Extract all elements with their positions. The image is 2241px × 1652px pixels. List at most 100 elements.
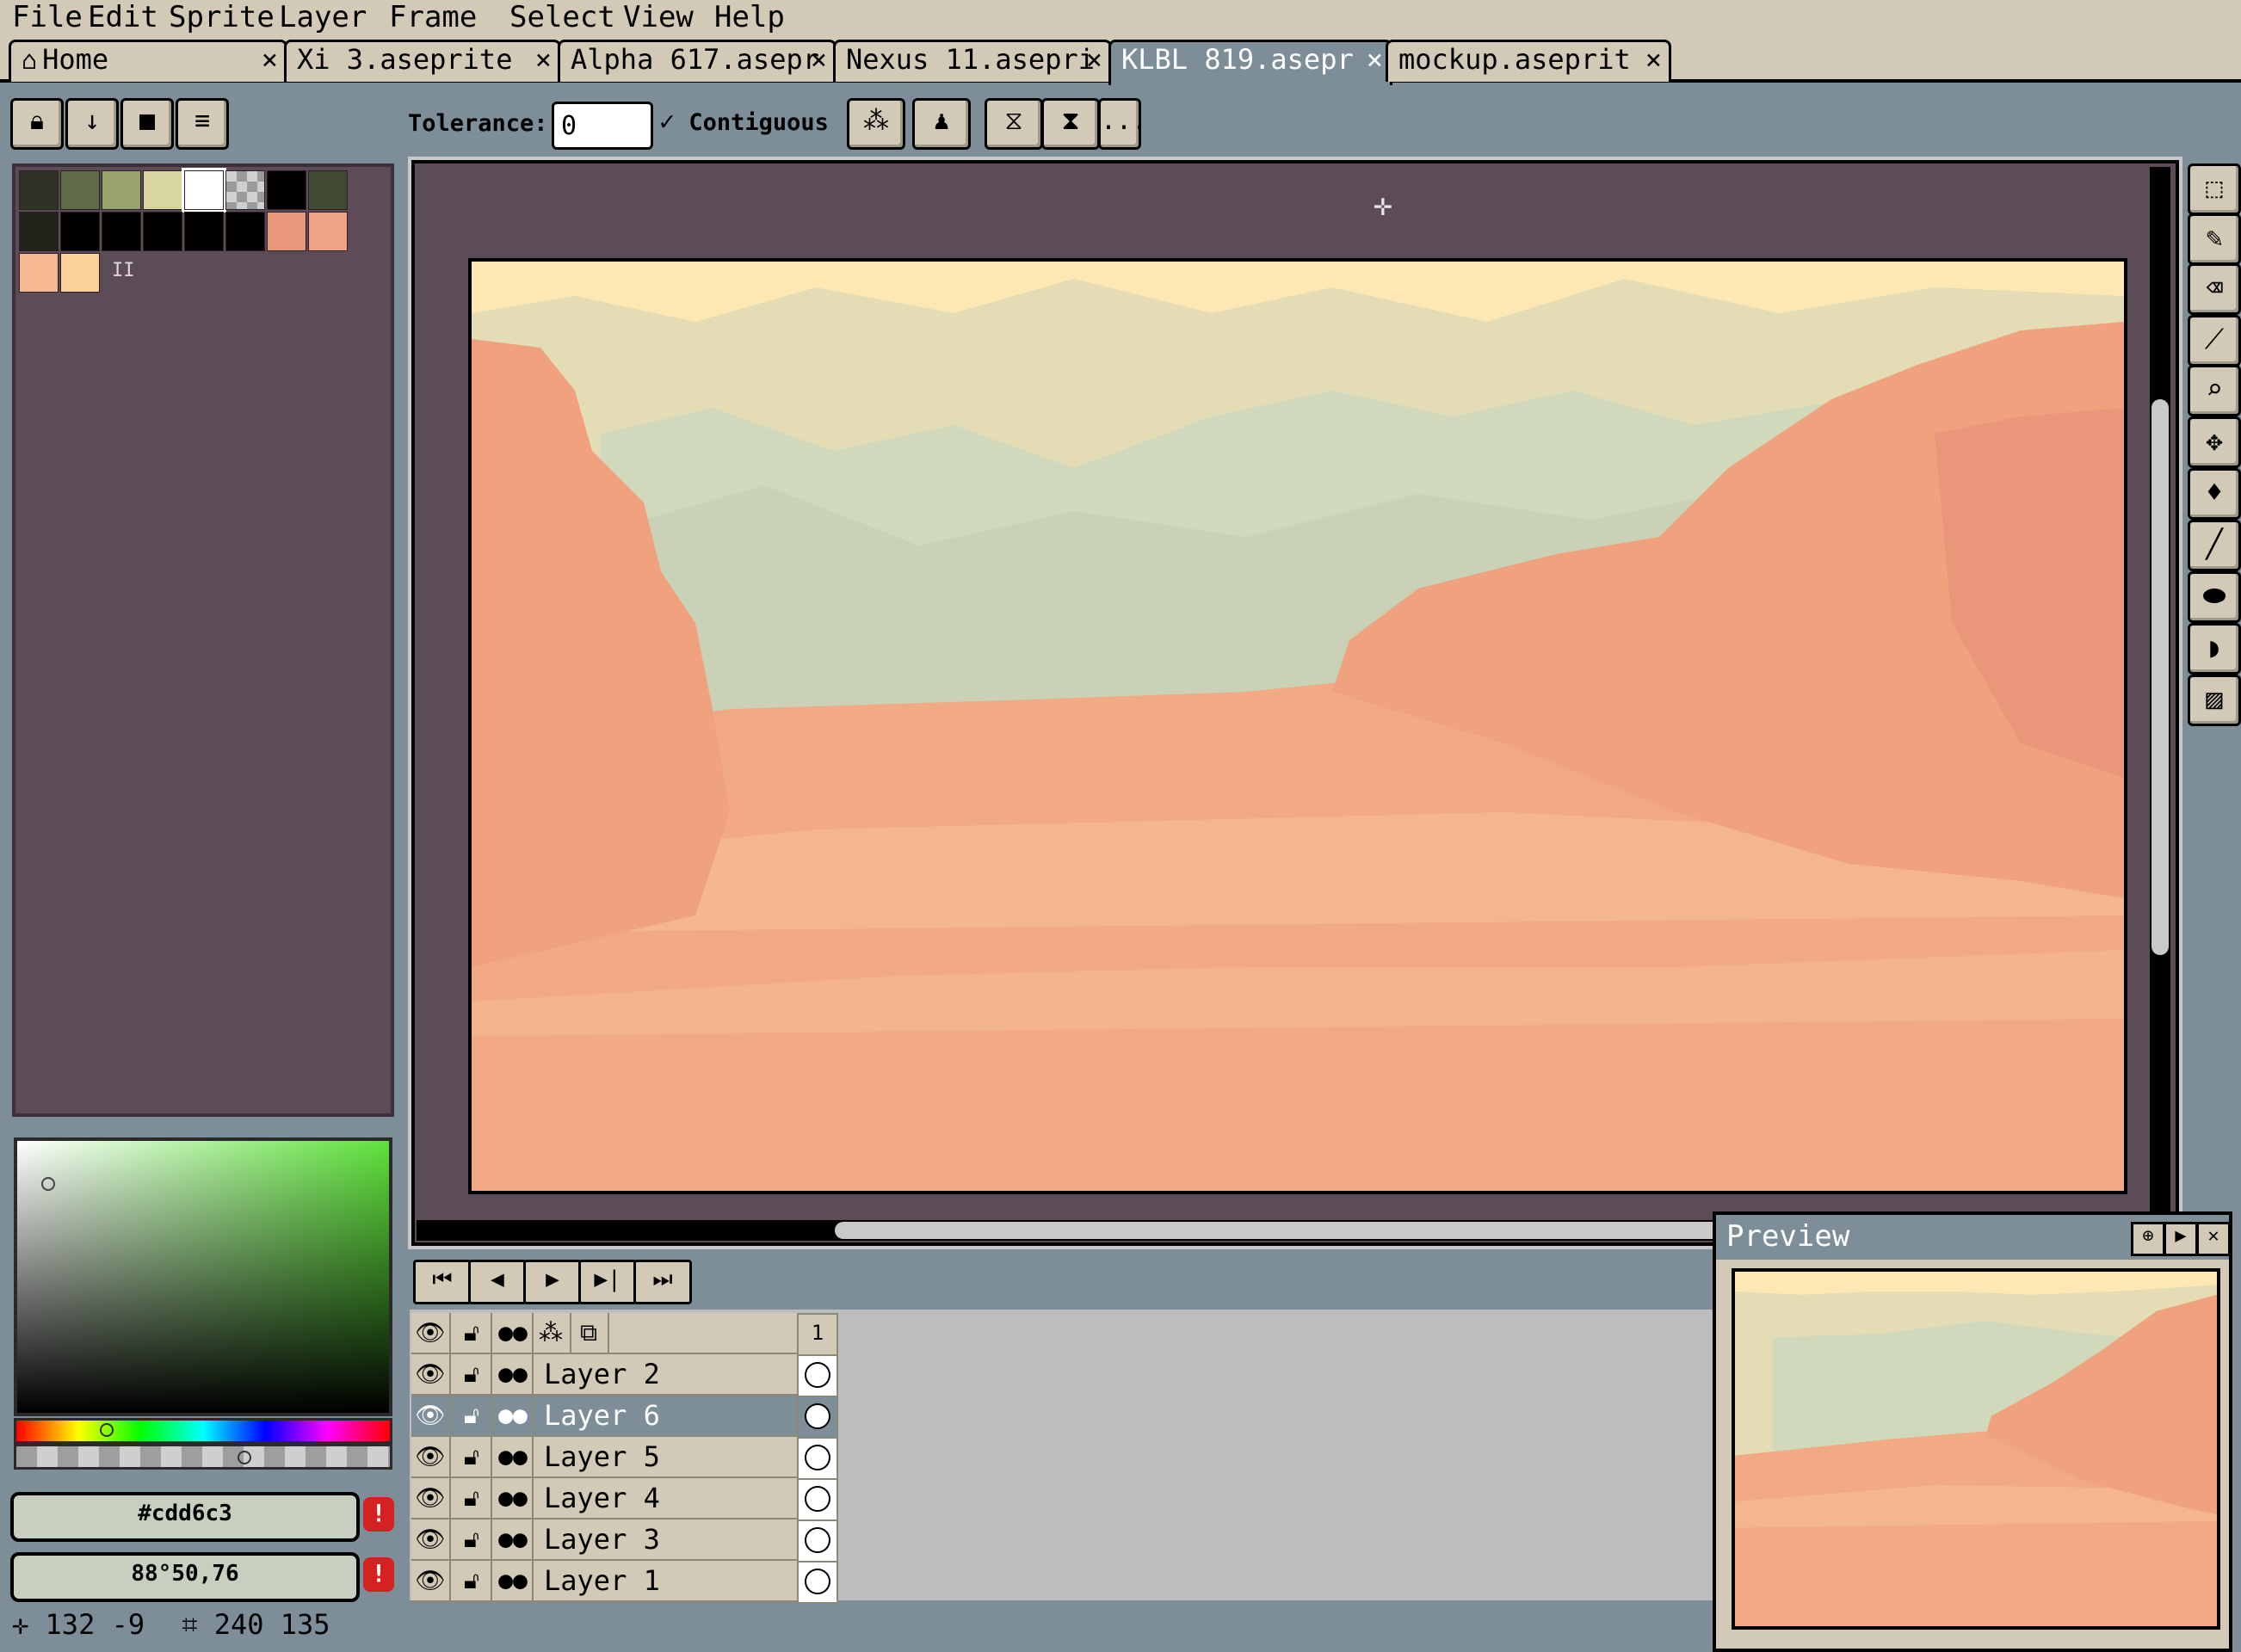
- contour-tool-button[interactable]: ◗: [2188, 623, 2241, 675]
- fill-mode-button[interactable]: ♟: [912, 98, 971, 150]
- close-icon[interactable]: ×: [1086, 42, 1102, 77]
- frame-link-icon[interactable]: ⧉: [570, 1313, 609, 1353]
- zoom-tool-button[interactable]: ⌕: [2188, 365, 2241, 416]
- frame-number-header[interactable]: 1: [797, 1313, 838, 1356]
- preview-center-button[interactable]: ⊕: [2131, 1222, 2165, 1256]
- menu-select[interactable]: Select: [506, 0, 619, 36]
- more-options-button[interactable]: ...: [1098, 98, 1147, 150]
- preview-close-button[interactable]: ✕: [2196, 1222, 2231, 1256]
- palette-swatch[interactable]: [19, 170, 59, 210]
- hue-slider[interactable]: [14, 1418, 392, 1444]
- onion-skin-icon[interactable]: ●●: [494, 1561, 534, 1600]
- eye-icon[interactable]: 👁︎: [411, 1396, 451, 1435]
- close-icon[interactable]: ×: [262, 42, 278, 77]
- layer-row[interactable]: 👁︎ 🔓︎ ●● Layer 5: [411, 1437, 838, 1478]
- marquee-tool-button[interactable]: ⬚: [2188, 163, 2241, 215]
- hex-color-field[interactable]: #cdd6c3: [10, 1492, 360, 1542]
- lock-icon[interactable]: 🔓︎: [453, 1396, 492, 1435]
- palette-swatch[interactable]: [225, 170, 265, 210]
- first-frame-button[interactable]: ⏮: [413, 1260, 472, 1304]
- frame-cel[interactable]: [797, 1354, 838, 1397]
- tolerance-input[interactable]: [552, 102, 653, 150]
- pixel-connect-button[interactable]: ⁂: [847, 98, 905, 150]
- layer-row[interactable]: 👁︎ 🔓︎ ●● Layer 2: [411, 1354, 838, 1396]
- layer-row[interactable]: 👁︎ 🔓︎ ●● Layer 1: [411, 1561, 838, 1602]
- onion-skin-icon[interactable]: ●●: [494, 1396, 534, 1435]
- warning-icon[interactable]: !: [363, 1557, 394, 1592]
- close-icon[interactable]: ×: [811, 42, 827, 77]
- paint-bucket-tool-button[interactable]: ♦: [2188, 468, 2241, 520]
- layer-row[interactable]: 👁︎ 🔓︎ ●● Layer 4: [411, 1478, 838, 1519]
- tab-klbl-819[interactable]: KLBL 819.asepr ×: [1108, 40, 1392, 85]
- menu-sprite[interactable]: Sprite: [165, 0, 278, 36]
- palette-swatch[interactable]: [182, 168, 226, 213]
- pencil-tool-button[interactable]: ✎: [2188, 213, 2241, 265]
- eye-icon[interactable]: 👁︎: [411, 1437, 451, 1476]
- menu-edit[interactable]: Edit: [84, 0, 162, 36]
- last-frame-button[interactable]: ⏭: [633, 1260, 692, 1304]
- tab-alpha-617[interactable]: Alpha 617.asepr ×: [558, 40, 837, 82]
- menu-layer[interactable]: Layer: [275, 0, 370, 36]
- preview-canvas[interactable]: [1732, 1268, 2220, 1630]
- frame-cel[interactable]: [797, 1519, 838, 1563]
- move-tool-button[interactable]: ✥: [2188, 416, 2241, 468]
- palette-swatch[interactable]: [267, 170, 306, 210]
- lock-icon[interactable]: 🔓︎: [453, 1478, 492, 1518]
- lock-button[interactable]: 🔒︎: [10, 98, 64, 150]
- onion-skin-icon[interactable]: ●●: [494, 1354, 534, 1394]
- onion-skin-icon[interactable]: ●●: [494, 1313, 534, 1353]
- warning-icon[interactable]: !: [363, 1497, 394, 1532]
- sprite-canvas[interactable]: [468, 258, 2127, 1194]
- onion-skin-icon[interactable]: ●●: [494, 1478, 534, 1518]
- palette-swatch[interactable]: [19, 253, 59, 293]
- palette-swatch[interactable]: [143, 170, 182, 210]
- previous-frame-button[interactable]: ◀: [468, 1260, 527, 1304]
- palette-swatch[interactable]: [102, 212, 141, 251]
- palette-swatch[interactable]: [19, 212, 59, 251]
- blur-tool-button[interactable]: ▨: [2188, 675, 2241, 726]
- lock-icon[interactable]: 🔓︎: [453, 1313, 492, 1353]
- eye-icon[interactable]: 👁︎: [411, 1313, 451, 1353]
- symmetry-horizontal-button[interactable]: ⧗: [1041, 98, 1100, 150]
- palette-swatch[interactable]: [143, 212, 182, 251]
- eye-icon[interactable]: 👁︎: [411, 1478, 451, 1518]
- contiguous-checkbox[interactable]: ✓ Contiguous: [659, 107, 829, 137]
- onion-skin-icon[interactable]: ●●: [494, 1519, 534, 1559]
- eye-icon[interactable]: 👁︎: [411, 1354, 451, 1394]
- tab-xi-3[interactable]: Xi 3.aseprite ×: [284, 40, 561, 82]
- palette-swatch[interactable]: [225, 212, 265, 251]
- layer-link-icon[interactable]: ⁂: [532, 1313, 571, 1353]
- hsv-color-field[interactable]: 88°50,76: [10, 1552, 360, 1602]
- layer-row[interactable]: 👁︎ 🔓︎ ●● Layer 3: [411, 1519, 838, 1561]
- lock-icon[interactable]: 🔓︎: [453, 1354, 492, 1394]
- line-tool-button[interactable]: ╱: [2188, 520, 2241, 571]
- tab-home[interactable]: ⌂ Home ×: [9, 40, 287, 82]
- ellipse-tool-button[interactable]: ⬬: [2188, 571, 2241, 623]
- palette-swatch[interactable]: [60, 170, 100, 210]
- save-palette-button[interactable]: ■: [120, 98, 174, 150]
- palette-swatch[interactable]: [184, 212, 224, 251]
- lock-icon[interactable]: 🔓︎: [453, 1437, 492, 1476]
- close-icon[interactable]: ×: [1645, 42, 1662, 77]
- onion-skin-icon[interactable]: ●●: [494, 1437, 534, 1476]
- frame-cel[interactable]: [797, 1561, 838, 1604]
- menu-frame[interactable]: Frame: [386, 0, 480, 36]
- vertical-scroll-thumb[interactable]: [2151, 399, 2169, 955]
- lock-icon[interactable]: 🔓︎: [453, 1519, 492, 1559]
- close-icon[interactable]: ×: [535, 42, 552, 77]
- eraser-tool-button[interactable]: ⌫: [2188, 263, 2241, 315]
- palette-swatch[interactable]: [267, 212, 306, 251]
- frame-cel[interactable]: [797, 1478, 838, 1521]
- hue-cursor[interactable]: [100, 1423, 114, 1437]
- play-button[interactable]: ▶: [523, 1260, 582, 1304]
- palette-menu-button[interactable]: ≡: [176, 98, 229, 150]
- menu-view[interactable]: View: [620, 0, 697, 36]
- tab-mockup[interactable]: mockup.aseprit ×: [1386, 40, 1671, 82]
- eyedropper-tool-button[interactable]: ⟋: [2188, 315, 2241, 367]
- frame-cel[interactable]: [797, 1437, 838, 1480]
- menu-file[interactable]: File: [9, 0, 86, 36]
- next-frame-button[interactable]: ▶|: [578, 1260, 637, 1304]
- eye-icon[interactable]: 👁︎: [411, 1519, 451, 1559]
- lock-icon[interactable]: 🔓︎: [453, 1561, 492, 1600]
- saturation-value-picker[interactable]: [14, 1137, 392, 1416]
